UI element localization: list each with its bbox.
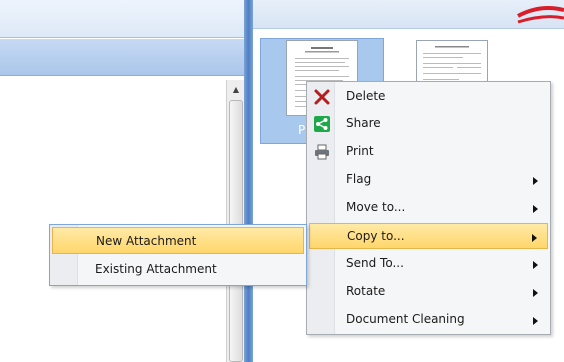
submenu-item-new-attachment[interactable]: New Attachment: [52, 227, 304, 254]
menu-item-delete[interactable]: Delete: [309, 84, 548, 110]
submenu-item-label: New Attachment: [96, 234, 197, 248]
menu-item-move-to[interactable]: Move to...: [309, 195, 548, 221]
menu-item-label: Document Cleaning: [346, 312, 465, 326]
menu-item-label: Flag: [346, 172, 372, 186]
application-window: ▲ P Delete Share Print Flag Move to... C…: [0, 0, 564, 362]
scroll-up-arrow-icon[interactable]: ▲: [228, 80, 244, 98]
left-pane-content: [0, 77, 244, 362]
menu-item-document-cleaning[interactable]: Document Cleaning: [309, 307, 548, 333]
menu-item-label: Send To...: [346, 256, 404, 270]
menu-item-send-to[interactable]: Send To...: [309, 251, 548, 277]
context-menu: Delete Share Print Flag Move to... Copy …: [306, 81, 551, 335]
submenu-arrow-icon: [532, 234, 537, 242]
printer-icon: [315, 144, 329, 160]
submenu-item-existing-attachment[interactable]: Existing Attachment: [52, 256, 304, 283]
menu-item-share[interactable]: Share: [309, 111, 548, 137]
submenu-arrow-icon: [533, 289, 538, 297]
pane-splitter[interactable]: [244, 0, 253, 362]
left-pane-header: [0, 39, 244, 76]
submenu-item-label: Existing Attachment: [95, 262, 217, 276]
submenu-arrow-icon: [533, 261, 538, 269]
delete-x-icon: [314, 89, 330, 105]
menu-item-flag[interactable]: Flag: [309, 167, 548, 193]
menu-item-label: Rotate: [346, 284, 386, 298]
copy-to-submenu: New Attachment Existing Attachment: [49, 224, 307, 286]
menu-item-label: Share: [346, 116, 381, 130]
share-icon: [314, 116, 330, 132]
menu-item-rotate[interactable]: Rotate: [309, 279, 548, 305]
menu-item-copy-to[interactable]: Copy to...: [309, 223, 548, 249]
menu-item-print[interactable]: Print: [309, 139, 548, 165]
menu-item-label: Delete: [346, 89, 386, 103]
left-pane-toolbar: [0, 0, 244, 38]
menu-item-label: Copy to...: [347, 229, 405, 243]
left-pane-scrollbar[interactable]: ▲: [226, 80, 244, 362]
menu-item-label: Print: [346, 144, 374, 158]
submenu-arrow-icon: [533, 317, 538, 325]
submenu-arrow-icon: [533, 177, 538, 185]
submenu-arrow-icon: [533, 205, 538, 213]
red-stripe-icon: [517, 6, 564, 24]
menu-item-label: Move to...: [346, 200, 406, 214]
